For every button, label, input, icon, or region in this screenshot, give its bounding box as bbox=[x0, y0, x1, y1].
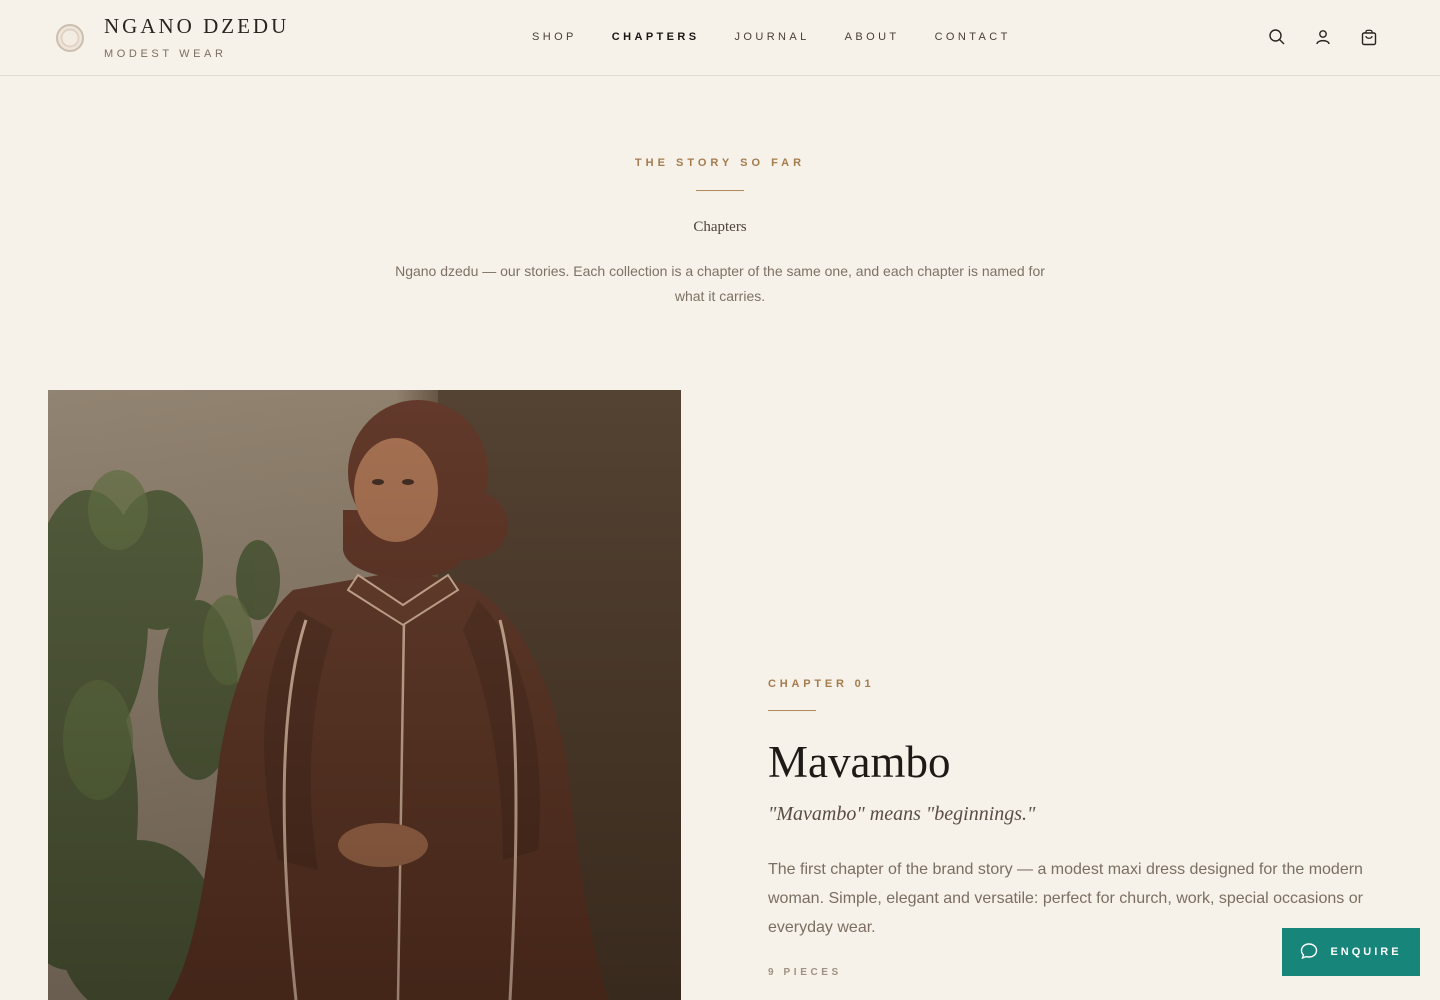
section-intro: Ngano dzedu — our stories. Each collecti… bbox=[395, 263, 1045, 304]
nav-journal[interactable]: JOURNAL bbox=[735, 31, 810, 43]
brand-logo[interactable] bbox=[56, 24, 84, 52]
nav-shop[interactable]: SHOP bbox=[532, 31, 577, 43]
chapter-number: CHAPTER 01 bbox=[768, 678, 875, 690]
account-icon[interactable] bbox=[1314, 28, 1332, 46]
site-header: NGANO DZEDU MODEST WEAR SHOP CHAPTERS JO… bbox=[0, 0, 1440, 76]
chapter-subtitle: "Mavambo" means "beginnings." bbox=[768, 803, 1036, 825]
chapter-title[interactable]: Mavambo bbox=[768, 736, 950, 788]
main-nav: SHOP CHAPTERS JOURNAL ABOUT CONTACT bbox=[532, 31, 1046, 43]
search-icon[interactable] bbox=[1268, 28, 1286, 46]
cart-icon[interactable] bbox=[1360, 28, 1378, 46]
nav-contact[interactable]: CONTACT bbox=[935, 31, 1011, 43]
photo-overlay bbox=[48, 390, 681, 1000]
chapter-photo[interactable] bbox=[48, 390, 681, 1000]
chat-bubble-icon bbox=[1300, 942, 1318, 963]
chapter-divider bbox=[768, 710, 816, 711]
chapter-description: The first chapter of the brand story — a… bbox=[768, 861, 1363, 936]
section-eyebrow: THE STORY SO FAR bbox=[634, 157, 806, 169]
section-divider bbox=[696, 190, 744, 191]
enquire-label: ENQUIRE bbox=[1330, 946, 1402, 958]
brand-name[interactable]: NGANO DZEDU bbox=[104, 14, 289, 39]
nav-chapters[interactable]: CHAPTERS bbox=[612, 31, 700, 43]
brand-tagline: MODEST WEAR bbox=[104, 48, 227, 60]
nav-about[interactable]: ABOUT bbox=[845, 31, 900, 43]
section-title: Chapters bbox=[693, 219, 747, 235]
header-actions bbox=[1268, 28, 1378, 46]
enquire-button[interactable]: ENQUIRE bbox=[1282, 928, 1420, 976]
chapter-piece-count: 9 PIECES bbox=[768, 967, 842, 978]
